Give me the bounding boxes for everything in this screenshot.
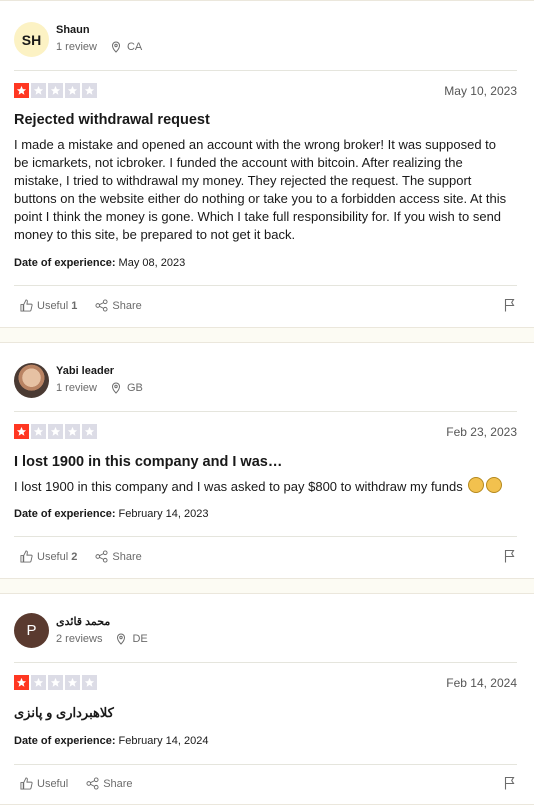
confused-face-emoji-icon [486,477,503,493]
review-card: Yabi leader 1 review GB Feb 23, 2023 I l… [0,342,534,579]
date-of-experience: Date of experience: May 08, 2023 [14,257,186,269]
thumbs-up-icon [20,777,33,790]
review-count: 1 review [56,382,97,394]
review-body: I made a mistake and opened an account w… [14,137,507,242]
review-actions: Useful 2 Share [20,550,160,563]
reviewer-name[interactable]: Yabi leader [56,365,114,377]
avatar[interactable]: P [14,613,49,648]
useful-button[interactable]: Useful 1 [20,299,77,312]
location-icon [111,382,120,394]
reviewer-meta: 1 review CA [56,41,142,53]
reviewer-name[interactable]: محمد قائدی [56,615,110,628]
share-button[interactable]: Share [95,299,142,312]
star-icon [65,424,80,439]
reviewer-country: GB [126,382,143,394]
review-card: SH Shaun 1 review CA May 10, 2023 Reject… [0,0,534,328]
star-icon [48,675,63,690]
star-icon [48,83,63,98]
confused-face-emoji-icon [468,477,485,493]
flag-icon[interactable] [504,549,517,563]
divider [14,411,517,412]
star-icon [65,675,80,690]
review-date: Feb 14, 2024 [446,676,517,690]
reviewer-meta: 1 review GB [56,382,143,394]
star-rating [14,424,97,439]
flag-icon[interactable] [504,298,517,312]
divider [14,536,517,537]
share-icon [86,777,99,790]
divider [14,70,517,71]
reviewer-meta: 2 reviews DE [56,633,148,645]
star-icon [31,83,46,98]
divider [14,764,517,765]
star-icon [82,83,97,98]
location-icon [117,633,126,645]
reviewer-name[interactable]: Shaun [56,24,90,36]
share-icon [95,550,108,563]
useful-button[interactable]: Useful [20,777,68,790]
avatar[interactable]: SH [14,22,49,57]
thumbs-up-icon [20,550,33,563]
review-title[interactable]: I lost 1900 in this company and I was… [14,454,282,470]
share-icon [95,299,108,312]
review-actions: Useful Share [20,777,151,790]
divider [14,285,517,286]
star-icon [14,424,29,439]
star-icon [82,424,97,439]
share-button[interactable]: Share [86,777,133,790]
divider [14,662,517,663]
reviewer-country: DE [132,633,148,645]
review-title[interactable]: Rejected withdrawal request [14,112,210,128]
review-title[interactable]: کلاهبرداری و پانزی [14,705,114,721]
reviewer-country: CA [126,41,143,53]
review-date: Feb 23, 2023 [446,425,517,439]
star-icon [14,83,29,98]
review-actions: Useful 1 Share [20,299,160,312]
useful-count: 2 [71,550,78,563]
review-count: 2 reviews [56,633,103,645]
review-body: I lost 1900 in this company and I was as… [14,477,514,496]
star-icon [31,675,46,690]
thumbs-up-icon [20,299,33,312]
useful-count: 1 [71,299,78,312]
review-card: P محمد قائدی 2 reviews DE Feb 14, 2024 ک… [0,593,534,805]
share-button[interactable]: Share [95,550,142,563]
star-rating [14,83,97,98]
star-icon [14,675,29,690]
useful-button[interactable]: Useful 2 [20,550,77,563]
date-of-experience: Date of experience: February 14, 2024 [14,735,209,747]
star-icon [65,83,80,98]
review-date: May 10, 2023 [444,84,517,98]
location-icon [111,41,120,53]
date-of-experience: Date of experience: February 14, 2023 [14,508,209,520]
avatar[interactable] [14,363,49,398]
star-rating [14,675,97,690]
flag-icon[interactable] [504,776,517,790]
star-icon [82,675,97,690]
star-icon [31,424,46,439]
review-count: 1 review [56,41,97,53]
star-icon [48,424,63,439]
